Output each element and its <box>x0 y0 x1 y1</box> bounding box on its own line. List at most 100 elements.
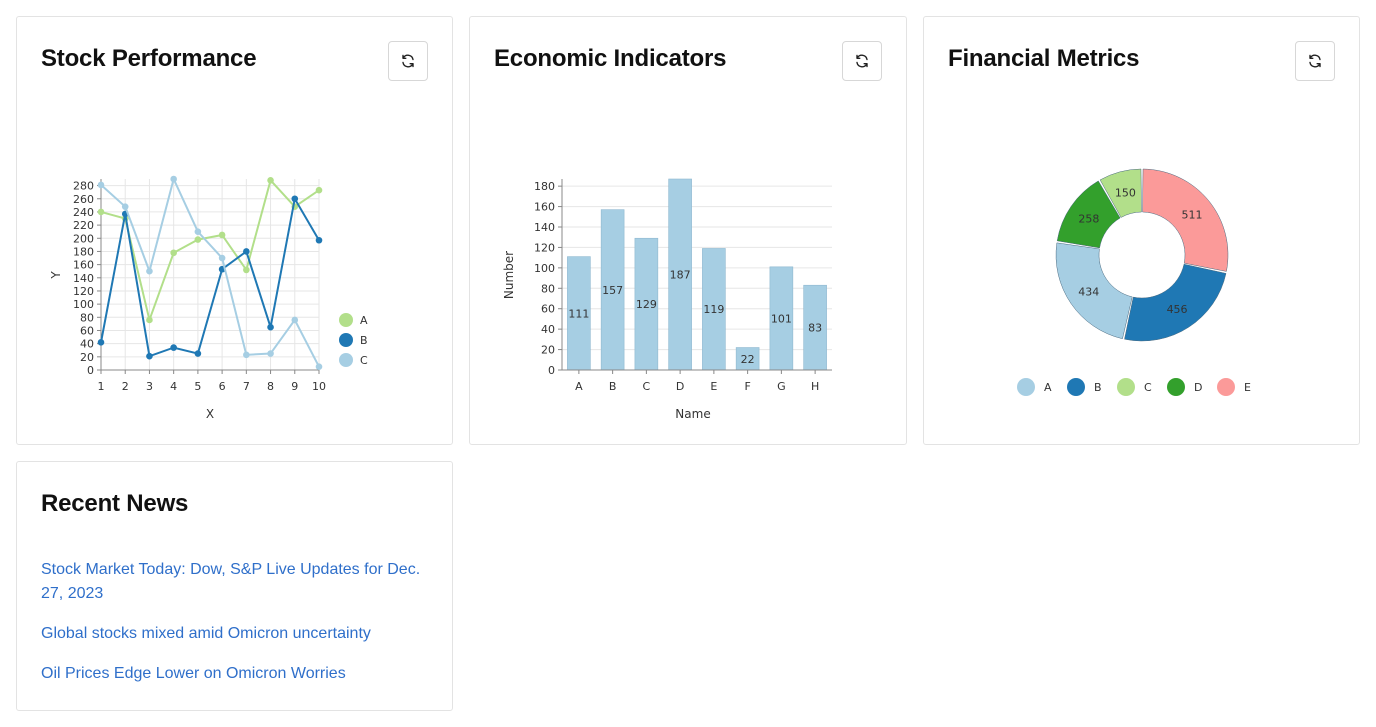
y-tick-label: 100 <box>534 262 555 275</box>
data-point <box>194 350 202 357</box>
economic-indicators-card: Economic Indicators 0 20 40 60 80 100 120 140 16… <box>469 16 907 445</box>
x-tick-label: 6 <box>219 380 226 393</box>
data-point <box>315 363 323 371</box>
slice-value-label: 511 <box>1182 208 1203 221</box>
slice-value-label: 258 <box>1078 212 1099 225</box>
slice-value-label: 150 <box>1115 187 1136 200</box>
news-link[interactable]: Global stocks mixed amid Omicron uncerta… <box>41 622 421 646</box>
legend-label: B <box>360 334 368 347</box>
y-tick-label: 180 <box>534 180 555 193</box>
bar-value-label: 119 <box>703 303 724 316</box>
y-tick-label: 0 <box>548 364 555 377</box>
y-tick-label: 80 <box>541 282 555 295</box>
bar-chart: 0 20 40 60 80 100 120 140 160 180 111 A 157 B 129 C 187 D… <box>502 178 832 421</box>
series-line-A <box>100 178 320 324</box>
legend-marker <box>1017 378 1035 396</box>
x-tick-label: 8 <box>267 380 274 393</box>
x-tick-label: E <box>710 380 717 393</box>
x-tick-label: 3 <box>146 380 153 393</box>
y-tick-label: 240 <box>73 206 94 219</box>
data-point <box>194 228 202 235</box>
bar-value-label: 187 <box>670 269 691 282</box>
y-tick-label: 220 <box>73 219 94 232</box>
data-point <box>146 316 153 324</box>
data-point <box>315 186 323 194</box>
y-tick-label: 280 <box>73 180 94 193</box>
y-axis-label: Number <box>502 251 516 299</box>
legend-label: A <box>360 314 368 327</box>
data-point <box>194 236 202 243</box>
legend-label: E <box>1244 381 1251 394</box>
x-tick-label: G <box>777 380 786 393</box>
x-tick-label: 10 <box>312 380 326 393</box>
legend-label: B <box>1094 381 1102 394</box>
news-link[interactable]: Stock Market Today: Dow, S&P Live Update… <box>41 558 421 606</box>
x-tick-label: B <box>609 380 617 393</box>
stock-performance-card: Stock Performance 0 20 40 60 80 100 120 140 160 1… <box>16 16 453 445</box>
x-tick-label: D <box>676 380 684 393</box>
data-point <box>97 339 105 346</box>
y-tick-label: 60 <box>541 303 555 316</box>
news-list: Stock Market Today: Dow, S&P Live Update… <box>41 558 421 702</box>
legend-marker <box>339 353 353 367</box>
x-tick-label: 7 <box>243 380 250 393</box>
y-tick-label: 140 <box>534 221 555 234</box>
data-point <box>170 249 177 257</box>
news-link[interactable]: Oil Prices Edge Lower on Omicron Worries <box>41 662 421 686</box>
y-tick-label: 140 <box>73 272 94 285</box>
x-tick-label: 4 <box>170 380 177 393</box>
data-point <box>315 236 323 244</box>
y-tick-label: 100 <box>73 298 94 311</box>
y-tick-label: 0 <box>87 364 94 377</box>
data-point <box>243 248 250 255</box>
bar-value-label: 111 <box>568 307 589 320</box>
data-point <box>170 175 177 183</box>
y-tick-label: 200 <box>73 232 94 245</box>
series-line-C <box>100 176 320 368</box>
data-point <box>291 316 299 324</box>
y-axis-label: Y <box>49 271 63 280</box>
legend-label: C <box>1144 381 1152 394</box>
legend-marker <box>339 313 353 327</box>
x-axis-label: X <box>206 407 214 421</box>
y-tick-label: 180 <box>73 245 94 258</box>
y-tick-label: 160 <box>73 259 94 272</box>
card-title: Recent News <box>41 490 189 517</box>
y-tick-label: 20 <box>80 351 94 364</box>
y-tick-label: 40 <box>541 323 555 336</box>
recent-news-card: Recent News Stock Market Today: Dow, S&P… <box>16 461 453 711</box>
financial-metrics-card: Financial Metrics 511 456 434 258 150 A B C D E <box>923 16 1360 445</box>
y-tick-label: 80 <box>80 311 94 324</box>
legend-marker <box>1217 378 1235 396</box>
x-tick-label: H <box>811 380 819 393</box>
data-point <box>267 323 274 331</box>
x-tick-label: A <box>575 380 583 393</box>
bar-value-label: 101 <box>771 312 792 325</box>
legend-marker <box>339 333 353 347</box>
data-point <box>243 266 250 274</box>
bar-value-label: 157 <box>602 284 623 297</box>
y-tick-label: 120 <box>534 241 555 254</box>
bar-value-label: 83 <box>808 322 822 335</box>
y-tick-label: 60 <box>80 324 94 337</box>
slice-value-label: 456 <box>1167 303 1188 316</box>
data-point <box>243 351 250 359</box>
data-point <box>218 254 226 262</box>
data-point <box>146 352 153 360</box>
y-tick-label: 160 <box>534 201 555 214</box>
legend-label: A <box>1044 381 1052 394</box>
slice-value-label: 434 <box>1078 285 1099 298</box>
data-point <box>170 344 177 351</box>
legend-label: C <box>360 354 368 367</box>
data-point <box>121 203 129 210</box>
data-point <box>97 208 105 216</box>
y-tick-label: 20 <box>541 344 555 357</box>
y-tick-label: 120 <box>73 285 94 298</box>
data-point <box>218 231 226 239</box>
legend-marker <box>1167 378 1185 396</box>
data-point <box>267 177 274 184</box>
data-point <box>291 195 299 203</box>
data-point <box>267 350 274 357</box>
y-tick-label: 260 <box>73 193 94 206</box>
x-tick-label: 5 <box>194 380 201 393</box>
